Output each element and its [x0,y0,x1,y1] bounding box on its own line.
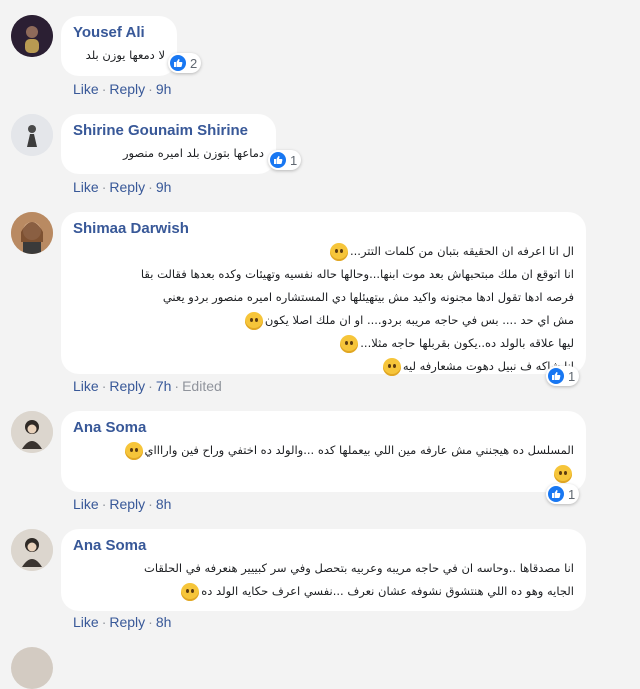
comment-author[interactable]: Ana Soma [73,419,574,437]
reaction-number: 1 [568,486,576,502]
comment-line-text: ليها علاقه بالولد ده..يكون بقربلها حاجه … [360,336,574,350]
reaction-count[interactable]: 1 [546,366,580,386]
comment-line: انا اتوقع ان ملك مبتحبهاش بعد موت ابنها.… [73,263,574,286]
smile-emoji-icon [340,334,359,353]
like-reaction-icon [548,368,564,384]
separator: · [148,179,153,195]
comment-line: ال انا اعرفه ان الحقيقه بتبان من كلمات ا… [73,240,574,263]
separator: · [101,179,107,195]
avatar[interactable] [11,212,53,254]
separator: · [101,378,107,394]
separator: · [148,81,153,97]
avatar[interactable] [11,114,53,156]
separator: · [148,378,153,394]
reaction-count[interactable]: 1 [268,150,302,170]
comment-author[interactable]: Ana Soma [73,537,574,555]
comment-bubble: Shimaa Darwish ال انا اعرفه ان الحقيقه ب… [61,212,586,376]
like-link[interactable]: Like [73,496,99,512]
comment-line-text: ال انا اعرفه ان الحقيقه بتبان من كلمات ا… [349,244,574,258]
comment-line [73,462,574,485]
comment-actions: Like · Reply · 9h [73,81,171,97]
comment-line: مش اي حد .... بس في حاجه مريبه بردو.... … [73,309,574,332]
like-link[interactable]: Like [73,179,99,195]
comment-bubble: Ana Soma انا مصدقاها ..وحاسه ان في حاجه … [61,529,586,611]
comment-author[interactable]: Yousef Ali [73,24,165,42]
reaction-number: 1 [290,152,298,168]
comment-line-text: انا اتوقع ان ملك مبتحبهاش بعد موت ابنها.… [140,267,574,281]
separator: · [101,81,107,97]
comment-time[interactable]: 8h [156,496,172,512]
comment-line: الجايه وهو ده اللي هنتشوق نشوفه عشان نعر… [73,580,574,603]
separator: · [148,614,153,630]
comment-line-text: الجايه وهو ده اللي هنتشوق نشوفه عشان نعر… [201,584,574,598]
like-reaction-icon [270,152,286,168]
comment-time[interactable]: 9h [156,179,172,195]
like-link[interactable]: Like [73,81,99,97]
comment-line-text: فرصه ادها تقول ادها مجنونه واكيد مش بيته… [162,290,574,304]
scream-emoji-icon [554,464,572,483]
comment-text: انا مصدقاها ..وحاسه ان في حاجه مريبه وعر… [73,557,574,603]
separator: · [174,378,180,394]
comment-line: فرصه ادها تقول ادها مجنونه واكيد مش بيته… [73,286,574,309]
comment-line: المسلسل ده هيجنني مش عارفه مين اللي بيعم… [73,439,574,462]
comment-text: لا دمعها يوزن بلد [73,44,165,67]
reply-link[interactable]: Reply [109,179,145,195]
comment-bubble: Ana Soma المسلسل ده هيجنني مش عارفه مين … [61,411,586,492]
comment-line: انا مصدقاها ..وحاسه ان في حاجه مريبه وعر… [73,557,574,580]
comment-author[interactable]: Shimaa Darwish [73,220,574,238]
comment-bubble: Yousef Ali لا دمعها يوزن بلد [61,16,177,76]
comment-actions: Like · Reply · 8h [73,496,171,512]
smile-emoji-icon [329,242,348,261]
avatar[interactable] [11,529,53,571]
comment-actions: Like · Reply · 8h [73,614,171,630]
separator: · [148,496,153,512]
separator: · [101,496,107,512]
like-reaction-icon [548,486,564,502]
reply-link[interactable]: Reply [109,81,145,97]
reaction-number: 2 [190,55,198,71]
comment-text: دماعها بتوزن بلد اميره منصور [73,142,264,165]
comment-line: انا شاكه ف نبيل دهوت مشعارفه ليه [73,355,574,378]
smile-emoji-icon [181,582,200,601]
reaction-count[interactable]: 2 [168,53,202,73]
comment-line-text: المسلسل ده هيجنني مش عارفه مين اللي بيعم… [144,443,574,457]
comment-line-text: مش اي حد .... بس في حاجه مريبه بردو.... … [264,313,574,327]
edited-label[interactable]: Edited [182,378,222,394]
comment-author[interactable]: Shirine Gounaim Shirine [73,122,264,140]
avatar[interactable] [11,15,53,57]
reply-link[interactable]: Reply [109,496,145,512]
reaction-count[interactable]: 1 [546,484,580,504]
separator: · [101,614,107,630]
comment-bubble: Shirine Gounaim Shirine دماعها بتوزن بلد… [61,114,276,174]
comment-line: ليها علاقه بالولد ده..يكون بقربلها حاجه … [73,332,574,355]
comment-time[interactable]: 7h [156,378,172,394]
avatar[interactable] [11,411,53,453]
reply-link[interactable]: Reply [109,614,145,630]
like-reaction-icon [170,55,186,71]
avatar[interactable] [11,647,53,689]
comment-line: دماعها بتوزن بلد اميره منصور [122,146,264,160]
reply-link[interactable]: Reply [109,378,145,394]
reaction-number: 1 [568,368,576,384]
laughing-emoji-icon [244,311,263,330]
comment-line: لا دمعها يوزن بلد [85,48,165,62]
comment-line-text: انا مصدقاها ..وحاسه ان في حاجه مريبه وعر… [144,561,574,575]
smile-emoji-icon [382,357,401,376]
comment-time[interactable]: 8h [156,614,172,630]
surprised-emoji-icon [124,441,143,460]
comment-actions: Like · Reply · 7h · Edited [73,378,222,394]
comment-actions: Like · Reply · 9h [73,179,171,195]
comment-text: ال انا اعرفه ان الحقيقه بتبان من كلمات ا… [73,240,574,378]
comment-time[interactable]: 9h [156,81,172,97]
like-link[interactable]: Like [73,378,99,394]
like-link[interactable]: Like [73,614,99,630]
comment-text: المسلسل ده هيجنني مش عارفه مين اللي بيعم… [73,439,574,485]
